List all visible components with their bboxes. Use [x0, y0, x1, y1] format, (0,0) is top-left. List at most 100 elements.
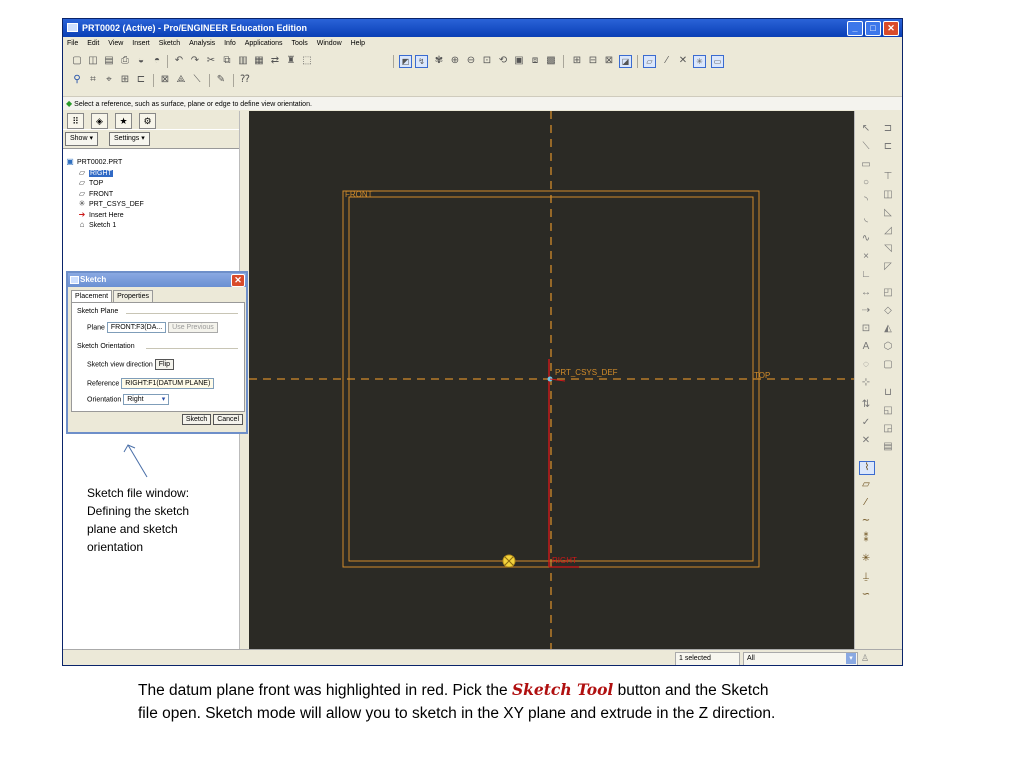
- copy-feature-icon[interactable]: ◱: [881, 405, 895, 417]
- save-icon[interactable]: ▤: [103, 55, 115, 67]
- rib-icon[interactable]: ⊤: [881, 171, 895, 183]
- curve-analysis-icon[interactable]: ⟍: [191, 74, 203, 86]
- spin-center-icon[interactable]: ↯: [415, 55, 428, 68]
- quit-sketch-icon[interactable]: ✕: [859, 435, 873, 447]
- paste-special-icon[interactable]: ▦: [253, 55, 265, 67]
- palette-tool-icon[interactable]: ◌: [859, 359, 873, 371]
- flip-button[interactable]: Flip: [154, 359, 174, 370]
- blend-icon[interactable]: ◇: [881, 305, 895, 317]
- menu-info[interactable]: Info: [224, 40, 236, 47]
- pattern-icon[interactable]: ⬡: [881, 341, 895, 353]
- tree-item[interactable]: ▱ FRONT: [65, 189, 144, 200]
- analysis-tool-icon[interactable]: ⍊: [859, 571, 873, 583]
- find-icon[interactable]: ♜: [285, 55, 297, 67]
- menu-sketch[interactable]: Sketch: [159, 40, 180, 47]
- shell-icon[interactable]: ⊏: [881, 141, 895, 153]
- datum-axis-display-icon[interactable]: ⁄: [661, 55, 673, 67]
- point-tool-icon[interactable]: ×: [859, 251, 873, 263]
- tree-item[interactable]: ▱ TOP: [65, 178, 144, 189]
- undo-icon[interactable]: ↶: [173, 55, 185, 67]
- settings-button[interactable]: Settings ▾: [109, 132, 150, 146]
- saved-views-icon[interactable]: ▣: [513, 55, 525, 67]
- tab-properties[interactable]: Properties: [113, 290, 153, 302]
- program-icon[interactable]: ⊏: [135, 74, 147, 86]
- tree-item[interactable]: ✳ PRT_CSYS_DEF: [65, 199, 144, 210]
- menu-edit[interactable]: Edit: [87, 40, 99, 47]
- sweep-icon[interactable]: ◰: [881, 287, 895, 299]
- send-mail-icon[interactable]: ◒: [135, 55, 147, 67]
- color-appearance-icon[interactable]: ✎: [215, 74, 227, 86]
- parameters-icon[interactable]: ⌖: [103, 74, 115, 86]
- done-sketch-icon[interactable]: ✓: [859, 417, 873, 429]
- context-help-icon[interactable]: ⁇: [239, 74, 251, 86]
- chamfer-icon[interactable]: ◿: [881, 225, 895, 237]
- csys-display-icon[interactable]: ✳: [693, 55, 706, 68]
- copy-icon[interactable]: ⧉: [221, 55, 233, 67]
- merge-icon[interactable]: ⊔: [881, 387, 895, 399]
- line-tool-icon[interactable]: ⟍: [859, 141, 873, 153]
- repaint-icon[interactable]: ◩: [399, 55, 412, 68]
- mass-properties-icon[interactable]: ⟁: [175, 74, 187, 86]
- tree-item[interactable]: ▱ RIGHT: [65, 168, 144, 179]
- cut-icon[interactable]: ✂: [205, 55, 217, 67]
- round-icon[interactable]: ◺: [881, 207, 895, 219]
- extrude-feature-icon[interactable]: ◹: [881, 243, 895, 255]
- select-arrow-icon[interactable]: ↖: [859, 123, 873, 135]
- wireframe-icon[interactable]: ⊞: [571, 55, 583, 67]
- menu-insert[interactable]: Insert: [132, 40, 150, 47]
- view-manager-icon[interactable]: ▩: [545, 55, 557, 67]
- csys-tool-icon[interactable]: ✳: [859, 553, 873, 565]
- mirror-feature-icon[interactable]: ◭: [881, 323, 895, 335]
- use-previous-button[interactable]: Use Previous: [168, 322, 218, 333]
- trim-feature-icon[interactable]: ◲: [881, 423, 895, 435]
- tree-item[interactable]: ⌂ Sketch 1: [65, 220, 144, 231]
- use-edge-icon[interactable]: ∟: [859, 269, 873, 281]
- zoom-in-icon[interactable]: ⊕: [449, 55, 461, 67]
- datum-plane-display-icon[interactable]: ▱: [643, 55, 656, 68]
- close-button[interactable]: ✕: [883, 21, 899, 36]
- select-box-icon[interactable]: ⬚: [301, 55, 313, 67]
- filter-select[interactable]: All ▾: [743, 652, 858, 665]
- circle-tool-icon[interactable]: ○: [859, 177, 873, 189]
- measure-icon[interactable]: ⊠: [159, 74, 171, 86]
- refit-icon[interactable]: ⊡: [481, 55, 493, 67]
- arc-tool-icon[interactable]: ◝: [859, 195, 873, 207]
- draft-icon[interactable]: ◫: [881, 189, 895, 201]
- reorient-icon[interactable]: ⟲: [497, 55, 509, 67]
- paste-icon[interactable]: ▥: [237, 55, 249, 67]
- print-icon[interactable]: ⎙: [119, 55, 131, 67]
- orientation-select[interactable]: Right ▾: [123, 394, 170, 405]
- regenerate-icon[interactable]: ⇄: [269, 55, 281, 67]
- datum-curve-tool-icon[interactable]: ∼: [859, 515, 873, 527]
- tree-item[interactable]: ▣ PRT0002.PRT: [65, 157, 144, 168]
- datum-plane-tool-icon[interactable]: ▱: [859, 479, 873, 491]
- point-display-icon[interactable]: ✕: [677, 55, 689, 67]
- annotation-display-icon[interactable]: ▭: [711, 55, 724, 68]
- shading-icon[interactable]: ◪: [619, 55, 632, 68]
- group-icon[interactable]: ▢: [881, 359, 895, 371]
- datum-axis-tool-icon[interactable]: ⁄: [859, 497, 873, 509]
- menu-applications[interactable]: Applications: [245, 40, 283, 47]
- menu-view[interactable]: View: [108, 40, 123, 47]
- text-tool-icon[interactable]: A: [859, 341, 873, 353]
- fillet-tool-icon[interactable]: ◟: [859, 213, 873, 225]
- layers-icon[interactable]: ⧈: [529, 55, 541, 67]
- revolve-feature-icon[interactable]: ◸: [881, 261, 895, 273]
- orient-mode-icon[interactable]: ✾: [433, 55, 445, 67]
- mail-icon[interactable]: ◓: [151, 55, 163, 67]
- sketch-tool-icon[interactable]: ⌇: [859, 461, 875, 475]
- open-file-icon[interactable]: ◫: [87, 55, 99, 67]
- datum-point-tool-icon[interactable]: ⁑: [859, 533, 873, 545]
- dialog-close-icon[interactable]: ✕: [231, 274, 245, 287]
- dimension-tool-icon[interactable]: ↔: [859, 287, 873, 299]
- lock-icon[interactable]: ♙: [861, 650, 869, 665]
- hidden-line-icon[interactable]: ⊟: [587, 55, 599, 67]
- cancel-button[interactable]: Cancel: [213, 414, 243, 425]
- graphics-window[interactable]: FRONT TOP RIGHT PRT_CSYS_DEF: [249, 111, 854, 649]
- favorites-tab-icon[interactable]: ★: [115, 113, 132, 129]
- plane-field[interactable]: FRONT:F3(DA...: [106, 322, 167, 333]
- intersect-icon[interactable]: ▤: [881, 441, 895, 453]
- maximize-button[interactable]: □: [865, 21, 881, 36]
- model-tree-tab-icon[interactable]: ⠿: [67, 113, 84, 129]
- connections-tab-icon[interactable]: ⚙: [139, 113, 156, 129]
